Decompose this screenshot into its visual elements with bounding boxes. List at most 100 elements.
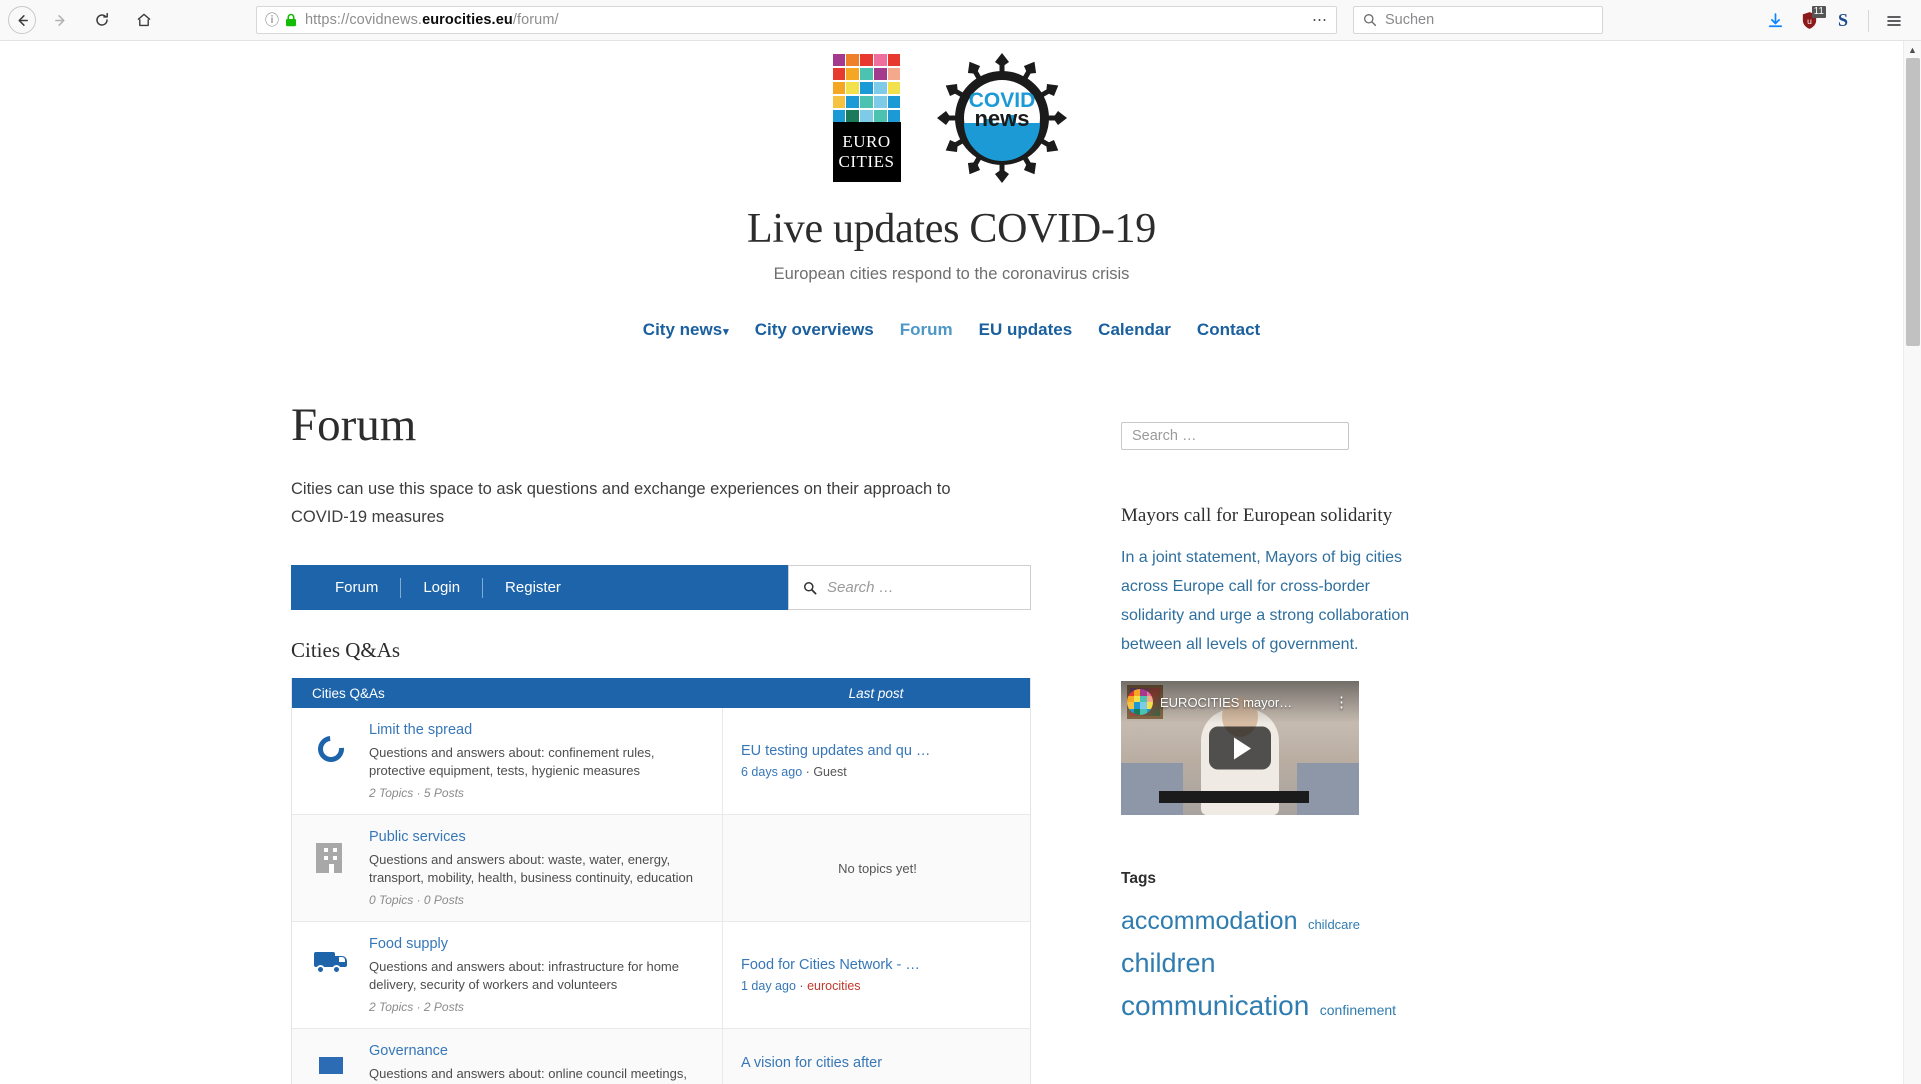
nav-item-contact[interactable]: Contact: [1197, 320, 1260, 340]
forum-cell: Food supply Questions and answers about:…: [292, 922, 722, 1028]
mayors-widget-title: Mayors call for European solidarity: [1121, 505, 1393, 526]
forum-description-text: Questions and answers about: online coun…: [369, 1066, 687, 1081]
forum-search-input[interactable]: Search …: [788, 565, 1031, 610]
browser-search-box[interactable]: Suchen: [1353, 6, 1603, 34]
page-info-icon[interactable]: ⓘ: [265, 13, 279, 27]
covid-news-logo[interactable]: COVID news: [933, 49, 1071, 187]
forum-toolbar: Forum Login Register Search …: [291, 565, 1031, 610]
scrollbar-thumb[interactable]: [1906, 58, 1920, 346]
tag-cloud: accommodation childcare children communi…: [1121, 902, 1411, 1030]
forum-title-link[interactable]: Public services: [369, 829, 708, 845]
browser-toolbar: ⓘ https://covidnews.eurocities.eu/forum/…: [0, 0, 1921, 41]
forum-description-text: Questions and answers about: infrastruct…: [369, 959, 679, 992]
last-post-time: 6 days ago: [741, 765, 803, 779]
forum-info: Public services Questions and answers ab…: [369, 829, 708, 907]
news-word: news: [974, 106, 1029, 131]
scrollbar-up-arrow[interactable]: ▲: [1904, 41, 1921, 58]
nav-item-city-overviews[interactable]: City overviews: [755, 320, 874, 340]
home-button[interactable]: [126, 2, 162, 38]
eurocities-wordmark-line1: EURO: [842, 132, 891, 152]
section-heading: Cities Q&As: [291, 638, 401, 662]
table-row[interactable]: Food supply Questions and answers about:…: [292, 922, 1030, 1029]
ellipsis-icon[interactable]: ⋯: [1312, 13, 1328, 28]
cushion-left: [1121, 763, 1183, 815]
sidebar-search-input[interactable]: Search …: [1121, 422, 1349, 450]
nav-item-eu-updates[interactable]: EU updates: [979, 320, 1073, 340]
main-column: Forum Cities can use this space to ask q…: [291, 402, 1031, 1084]
pocket-button[interactable]: S: [1826, 4, 1860, 38]
tag-childcare[interactable]: childcare: [1308, 917, 1360, 932]
app-menu-button[interactable]: [1877, 4, 1911, 38]
sidebar: Search … Mayors call for European solida…: [1121, 402, 1411, 1084]
forum-title-link[interactable]: Governance: [369, 1043, 708, 1059]
tag-children[interactable]: children: [1121, 948, 1216, 978]
last-post-author[interactable]: Guest: [813, 765, 846, 779]
forward-button[interactable]: [42, 2, 78, 38]
chevron-down-icon: ▾: [723, 326, 729, 338]
scrollbar-track[interactable]: [1906, 58, 1920, 1067]
forum-link[interactable]: Forum: [313, 579, 400, 596]
login-link[interactable]: Login: [401, 579, 482, 596]
sidebar-search-placeholder: Search …: [1132, 428, 1197, 444]
mayors-widget-text[interactable]: In a joint statement, Mayors of big citi…: [1121, 543, 1411, 659]
back-button[interactable]: [8, 6, 36, 34]
table-row[interactable]: Limit the spread Questions and answers a…: [292, 708, 1030, 815]
forum-title-link[interactable]: Food supply: [369, 936, 708, 952]
eurocities-logo[interactable]: EURO CITIES: [832, 53, 901, 183]
reload-button[interactable]: [84, 2, 120, 38]
last-post-separator: ·: [799, 979, 804, 993]
browser-search-placeholder: Suchen: [1385, 12, 1435, 28]
register-link[interactable]: Register: [483, 579, 583, 596]
table-row[interactable]: Governance Questions and answers about: …: [292, 1029, 1030, 1084]
forum-table: Cities Q&As Last post Limit the spread Q…: [291, 678, 1031, 1084]
eurocities-avatar-icon[interactable]: [1127, 689, 1153, 715]
video-title[interactable]: EUROCITIES mayor…: [1160, 695, 1330, 710]
last-post-link[interactable]: A vision for cities after: [741, 1055, 1014, 1071]
video-embed[interactable]: EUROCITIES mayor… ⋮: [1121, 681, 1359, 815]
tag-confinement[interactable]: confinement: [1320, 1002, 1396, 1018]
tags-widget-title: Tags: [1121, 870, 1157, 887]
page-scrollbar[interactable]: ▲: [1903, 41, 1921, 1084]
tag-communication[interactable]: communication: [1121, 990, 1309, 1021]
last-post-cell: EU testing updates and qu … 6 days ago ·…: [722, 708, 1030, 814]
forum-info: Governance Questions and answers about: …: [369, 1043, 708, 1084]
column-header-lastpost: Last post: [848, 685, 904, 701]
ublock-origin-button[interactable]: u 11: [1792, 4, 1826, 38]
forum-cell: Governance Questions and answers about: …: [292, 1029, 722, 1084]
hamburger-menu-icon: [1887, 15, 1901, 26]
last-post-author[interactable]: eurocities: [807, 979, 861, 993]
last-post-link[interactable]: EU testing updates and qu …: [741, 743, 1014, 759]
last-post-time: 1 day ago: [741, 979, 796, 993]
padlock-icon[interactable]: [285, 13, 297, 27]
last-post-link[interactable]: Food for Cities Network - …: [741, 957, 1014, 973]
tags-widget: Tags accommodation childcare children co…: [1121, 870, 1411, 1030]
nav-item-calendar[interactable]: Calendar: [1098, 320, 1171, 340]
search-icon: [1363, 13, 1377, 27]
last-post-separator: ·: [805, 765, 810, 779]
video-caption-bar: [1159, 791, 1309, 803]
toolbar-divider: [1868, 9, 1869, 32]
forum-title-link[interactable]: Limit the spread: [369, 722, 708, 738]
page-title: Forum: [291, 399, 417, 451]
address-bar[interactable]: ⓘ https://covidnews.eurocities.eu/forum/…: [256, 6, 1337, 34]
forum-search-placeholder: Search …: [827, 579, 894, 596]
downloads-button[interactable]: [1758, 4, 1792, 38]
loading-ring-icon: [292, 722, 369, 768]
tag-accommodation[interactable]: accommodation: [1121, 907, 1297, 935]
last-post-cell: No topics yet!: [722, 815, 1030, 921]
cushion-right: [1297, 763, 1359, 815]
nav-item-forum[interactable]: Forum: [900, 320, 953, 340]
eurocities-wordmark-line2: CITIES: [838, 152, 895, 172]
play-button-icon[interactable]: [1209, 726, 1271, 770]
nav-item-city-news[interactable]: City news▾: [643, 320, 729, 340]
column-header-forum: Cities Q&As: [312, 685, 385, 701]
table-row[interactable]: Public services Questions and answers ab…: [292, 815, 1030, 922]
governance-square-icon: [292, 1043, 369, 1074]
back-arrow-icon: [17, 14, 28, 26]
kebab-menu-icon[interactable]: ⋮: [1330, 695, 1353, 710]
eurocities-color-grid: [832, 53, 901, 123]
home-icon: [137, 13, 151, 27]
pocket-icon: S: [1837, 10, 1848, 30]
mayors-widget: Mayors call for European solidarity In a…: [1121, 505, 1411, 815]
forum-stats: 0 Topics · 0 Posts: [369, 893, 464, 907]
